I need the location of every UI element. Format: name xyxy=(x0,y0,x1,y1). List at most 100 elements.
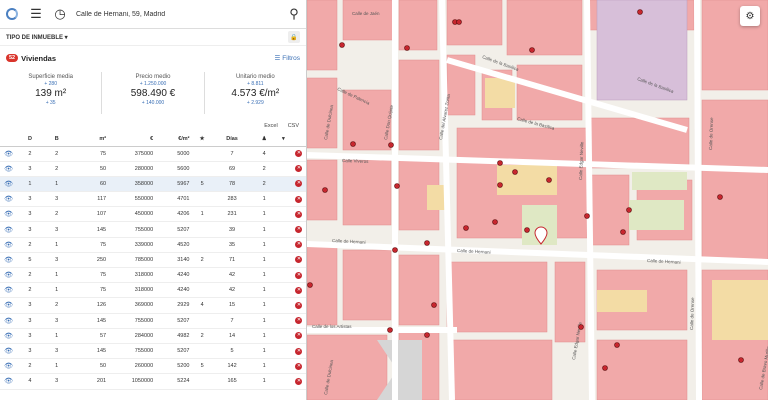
table-row[interactable]: 👁 3 3 145 755000 5207 7 1 ✕ xyxy=(0,313,306,329)
view-eye-icon[interactable]: 👁 xyxy=(0,252,18,269)
table-cell: 7 xyxy=(211,146,253,162)
remove-icon[interactable]: ✕ xyxy=(290,313,306,329)
search-input[interactable] xyxy=(76,10,282,18)
view-eye-icon[interactable]: 👁 xyxy=(0,267,18,284)
star-icon[interactable]: ★ xyxy=(192,133,212,147)
table-row[interactable]: 👁 4 3 201 1050000 5224 165 1 ✕ xyxy=(0,373,306,390)
table-cell: 550000 xyxy=(109,191,157,208)
table-cell: 2 xyxy=(42,161,71,177)
map-canvas[interactable]: Calle de Jaén Calle de la Basílica Calle… xyxy=(307,0,768,400)
table-cell: 2 xyxy=(17,146,43,162)
table-cell: 260000 xyxy=(109,358,157,375)
col-days[interactable]: Días xyxy=(211,133,253,147)
table-cell: 280000 xyxy=(109,161,157,177)
table-cell: 358000 xyxy=(109,176,157,193)
view-eye-icon[interactable]: 👁 xyxy=(0,343,18,360)
remove-icon[interactable]: ✕ xyxy=(290,146,306,162)
table-cell: 3 xyxy=(17,206,43,223)
table-row[interactable]: 👁 2 1 50 260000 5200 5 142 1 ✕ xyxy=(0,358,306,375)
table-cell: 75 xyxy=(70,237,110,253)
table-cell: 126 xyxy=(70,297,110,314)
map-view[interactable]: Calle de Jaén Calle de la Basílica Calle… xyxy=(307,0,768,400)
table-cell xyxy=(192,237,212,253)
table-cell: 5600 xyxy=(156,161,193,177)
table-cell: 231 xyxy=(211,206,253,223)
table-row[interactable]: 👁 1 1 60 358000 5967 5 78 2 ✕ xyxy=(0,176,306,193)
search-icon[interactable]: ⚲ xyxy=(282,0,306,29)
remove-icon[interactable]: ✕ xyxy=(290,221,306,238)
view-eye-icon[interactable]: 👁 xyxy=(0,176,18,193)
table-row[interactable]: 👁 3 3 145 755000 5207 39 1 ✕ xyxy=(0,221,306,238)
table-cell: 2 xyxy=(252,176,276,193)
menu-icon[interactable]: ☰ xyxy=(24,0,48,29)
table-row[interactable]: 👁 3 3 145 755000 5207 5 1 ✕ xyxy=(0,343,306,360)
table-cell: 250 xyxy=(70,252,110,269)
table-cell: 3 xyxy=(42,221,71,238)
app-logo-icon[interactable] xyxy=(0,0,24,29)
view-eye-icon[interactable]: 👁 xyxy=(0,237,18,253)
export-csv-link[interactable]: CSV xyxy=(288,123,299,129)
settings-gear-icon[interactable]: ⚙ xyxy=(740,6,760,26)
view-eye-icon[interactable]: 👁 xyxy=(0,161,18,177)
col-dormitorios[interactable]: D xyxy=(17,133,43,147)
table-cell: 5224 xyxy=(156,373,193,390)
remove-icon[interactable]: ✕ xyxy=(290,161,306,177)
filters-button[interactable]: ☰ Filtros xyxy=(274,54,300,63)
remove-icon[interactable]: ✕ xyxy=(290,343,306,360)
remove-icon[interactable]: ✕ xyxy=(290,176,306,193)
remove-icon[interactable]: ✕ xyxy=(290,267,306,284)
table-cell: 1 xyxy=(42,267,71,284)
remove-icon[interactable]: ✕ xyxy=(290,191,306,208)
table-cell: 3 xyxy=(17,221,43,238)
history-icon[interactable]: ◷ xyxy=(48,0,72,29)
view-eye-icon[interactable]: 👁 xyxy=(0,146,18,162)
col-price-m2[interactable]: €/m² xyxy=(156,133,193,147)
view-eye-icon[interactable]: 👁 xyxy=(0,328,18,344)
results-panel: ☰ ◷ ⚲ TIPO DE INMUEBLE ▾ 🔒 52Viviendas ☰… xyxy=(0,0,307,400)
col-m2[interactable]: m² xyxy=(70,133,110,147)
remove-icon[interactable]: ✕ xyxy=(290,237,306,253)
table-cell: 1050000 xyxy=(109,373,157,390)
view-eye-icon[interactable]: 👁 xyxy=(0,297,18,314)
remove-icon[interactable]: ✕ xyxy=(290,282,306,299)
view-eye-icon[interactable]: 👁 xyxy=(0,358,18,375)
table-cell: 5207 xyxy=(156,313,193,329)
view-eye-icon[interactable]: 👁 xyxy=(0,221,18,238)
table-cell: 318000 xyxy=(109,282,157,299)
table-row[interactable]: 👁 2 2 75 375000 5000 7 4 ✕ xyxy=(0,146,306,162)
sort-chevron-icon[interactable]: ▾ xyxy=(275,133,291,147)
view-eye-icon[interactable]: 👁 xyxy=(0,282,18,299)
view-eye-icon[interactable]: 👁 xyxy=(0,206,18,223)
table-row[interactable]: 👁 3 2 50 280000 5600 69 2 ✕ xyxy=(0,161,306,177)
table-row[interactable]: 👁 3 1 57 284000 4982 2 14 1 ✕ xyxy=(0,328,306,344)
table-row[interactable]: 👁 2 1 75 318000 4240 42 1 ✕ xyxy=(0,267,306,284)
table-cell: 1 xyxy=(252,237,276,253)
view-eye-icon[interactable]: 👁 xyxy=(0,191,18,208)
remove-icon[interactable]: ✕ xyxy=(290,297,306,314)
table-row[interactable]: 👁 3 3 117 550000 4701 283 1 ✕ xyxy=(0,191,306,208)
col-price[interactable]: € xyxy=(109,133,157,147)
view-eye-icon[interactable]: 👁 xyxy=(0,373,18,390)
user-icon[interactable]: ♟ xyxy=(252,133,276,147)
table-row[interactable]: 👁 3 2 107 450000 4206 1 231 1 ✕ xyxy=(0,206,306,223)
remove-icon[interactable]: ✕ xyxy=(290,373,306,390)
table-cell: 1 xyxy=(252,206,276,223)
remove-icon[interactable]: ✕ xyxy=(290,328,306,344)
table-row[interactable]: 👁 5 3 250 785000 3140 2 71 1 ✕ xyxy=(0,252,306,269)
table-cell: 4 xyxy=(192,297,212,314)
table-cell: 201 xyxy=(70,373,110,390)
property-type-dropdown[interactable]: TIPO DE INMUEBLE ▾ xyxy=(6,34,68,41)
remove-icon[interactable]: ✕ xyxy=(290,206,306,223)
table-cell: 50 xyxy=(70,161,110,177)
table-row[interactable]: 👁 2 1 75 339000 4520 35 1 ✕ xyxy=(0,237,306,253)
table-cell: 4701 xyxy=(156,191,193,208)
remove-icon[interactable]: ✕ xyxy=(290,358,306,375)
export-excel-link[interactable]: Excel xyxy=(264,123,277,129)
remove-icon[interactable]: ✕ xyxy=(290,252,306,269)
table-cell: 2 xyxy=(42,206,71,223)
lock-icon[interactable]: 🔒 xyxy=(288,31,300,43)
view-eye-icon[interactable]: 👁 xyxy=(0,313,18,329)
table-row[interactable]: 👁 2 1 75 318000 4240 42 1 ✕ xyxy=(0,282,306,299)
col-banos[interactable]: B xyxy=(42,133,71,147)
table-row[interactable]: 👁 3 2 126 369000 2929 4 15 1 ✕ xyxy=(0,297,306,314)
